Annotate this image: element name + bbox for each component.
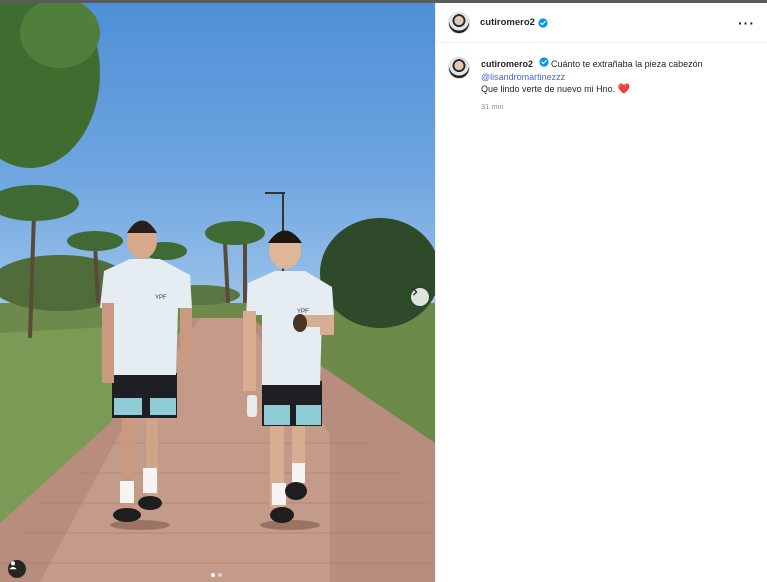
- caption-comment: cutiromero2 Cuánto te extrañaba la pieza…: [436, 43, 767, 113]
- user-icon: [9, 561, 17, 570]
- photo-scene: YPF YPF: [0, 3, 435, 582]
- avatar[interactable]: [448, 57, 470, 79]
- mention-link[interactable]: @lisandromartinezzz: [481, 72, 565, 82]
- carousel-indicator: [211, 573, 222, 577]
- verified-badge-icon: [538, 57, 549, 67]
- carousel-dot: [211, 573, 215, 577]
- comment-text-line2: Que lindo verte de nuevo mi Hno.: [481, 84, 616, 94]
- comment-text-line1: Cuánto te extrañaba la pieza cabezón: [551, 59, 703, 69]
- comment-timestamp: 31 min: [481, 101, 504, 111]
- avatar[interactable]: [448, 11, 470, 34]
- more-options-button[interactable]: ···: [738, 16, 755, 30]
- carousel-next-button[interactable]: [411, 288, 429, 306]
- carousel-dot: [218, 573, 222, 577]
- post-username[interactable]: cutiromero2: [480, 17, 535, 28]
- post-photo[interactable]: YPF YPF: [0, 3, 435, 582]
- post-header: cutiromero2 ···: [436, 3, 767, 43]
- comment-body: cutiromero2 Cuánto te extrañaba la pieza…: [481, 57, 703, 113]
- tagged-users-button[interactable]: [8, 560, 26, 578]
- post-sidebar: cutiromero2 ··· cutiromero2 Cuánto te ex…: [435, 3, 767, 582]
- verified-badge-icon: [538, 17, 548, 28]
- heart-emoji: ❤️: [617, 84, 631, 95]
- comment-username[interactable]: cutiromero2: [481, 59, 533, 69]
- jersey-sponsor-right: YPF: [297, 309, 309, 315]
- chevron-right-icon: [413, 288, 418, 296]
- jersey-sponsor-left: YPF: [155, 295, 167, 301]
